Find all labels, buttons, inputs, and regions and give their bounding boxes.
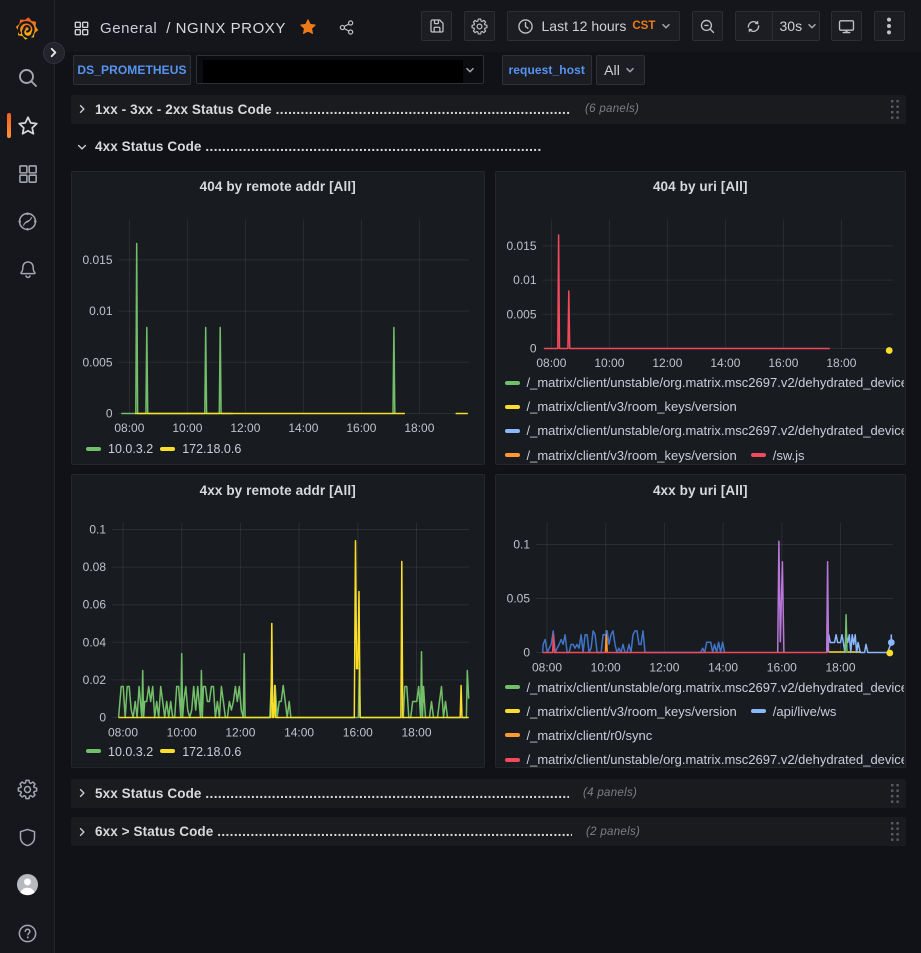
svg-text:10:00: 10:00 <box>594 356 624 370</box>
svg-text:14:00: 14:00 <box>288 421 318 435</box>
svg-text:0.005: 0.005 <box>506 307 536 321</box>
svg-text:10:00: 10:00 <box>167 726 197 740</box>
svg-text:12:00: 12:00 <box>652 356 682 370</box>
svg-text:0.015: 0.015 <box>506 238 536 252</box>
svg-text:0.005: 0.005 <box>82 355 112 369</box>
svg-text:16:00: 16:00 <box>768 356 798 370</box>
svg-text:08:00: 08:00 <box>536 356 566 370</box>
svg-text:0.01: 0.01 <box>89 304 113 318</box>
svg-text:0: 0 <box>523 646 530 660</box>
svg-text:0.1: 0.1 <box>513 538 530 552</box>
svg-text:0.02: 0.02 <box>83 673 107 687</box>
svg-text:18:00: 18:00 <box>401 726 431 740</box>
svg-text:0: 0 <box>106 406 113 420</box>
svg-text:0.1: 0.1 <box>89 523 106 537</box>
svg-text:08:00: 08:00 <box>108 726 138 740</box>
svg-text:0: 0 <box>529 341 536 355</box>
svg-text:0.06: 0.06 <box>83 598 107 612</box>
svg-text:08:00: 08:00 <box>531 661 561 675</box>
svg-text:10:00: 10:00 <box>590 661 620 675</box>
svg-text:08:00: 08:00 <box>114 421 144 435</box>
svg-text:0: 0 <box>99 711 106 725</box>
svg-text:0.01: 0.01 <box>513 273 537 287</box>
svg-text:12:00: 12:00 <box>649 661 679 675</box>
svg-text:18:00: 18:00 <box>826 356 856 370</box>
svg-text:12:00: 12:00 <box>225 726 255 740</box>
svg-text:14:00: 14:00 <box>708 661 738 675</box>
svg-text:10:00: 10:00 <box>172 421 202 435</box>
svg-text:0.015: 0.015 <box>82 252 112 266</box>
svg-text:18:00: 18:00 <box>404 421 434 435</box>
svg-text:0.05: 0.05 <box>506 592 530 606</box>
svg-text:12:00: 12:00 <box>230 421 260 435</box>
svg-text:16:00: 16:00 <box>766 661 796 675</box>
svg-text:0.08: 0.08 <box>83 560 107 574</box>
svg-text:18:00: 18:00 <box>825 661 855 675</box>
svg-text:14:00: 14:00 <box>710 356 740 370</box>
svg-text:16:00: 16:00 <box>343 726 373 740</box>
svg-text:0.04: 0.04 <box>83 635 107 649</box>
svg-text:14:00: 14:00 <box>284 726 314 740</box>
svg-text:16:00: 16:00 <box>346 421 376 435</box>
